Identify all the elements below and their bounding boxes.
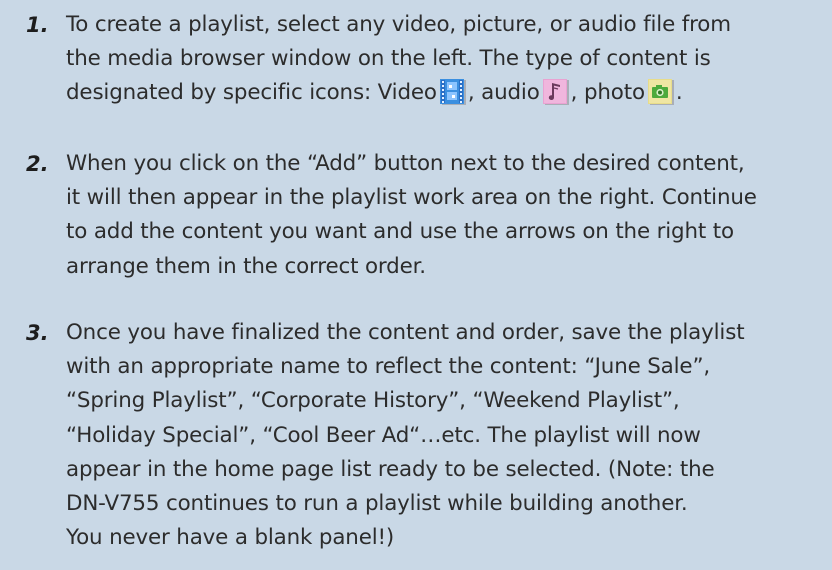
icons-sep-photo: , photo [570,80,645,106]
step-line: You never have a blank panel!) [66,525,395,551]
step-line: arrange them in the correct order. [66,253,426,279]
step-line: to add the content you want and use the … [66,219,734,245]
step-line: with an appropriate name to reflect the … [66,354,711,380]
step-number: 3. [26,321,49,345]
step-text: Once you have finalized the content and … [66,316,828,555]
step-text: To create a playlist, select any video, … [66,8,828,111]
step-text: When you click on the “Add” button next … [66,147,828,284]
step-line: it will then appear in the playlist work… [66,185,757,211]
step-line: When you click on the “Add” button next … [66,151,745,176]
step-line: “Holiday Special”, “Cool Beer Ad“…etc. T… [66,422,701,448]
step-line: “Spring Playlist”, “Corporate History”, … [66,388,680,414]
icons-suffix: . [675,80,683,106]
step-line: appear in the home page list ready to be… [66,456,715,482]
audio-icon [542,79,570,106]
step-line-icons: designated by specific icons: Video , au… [66,76,828,110]
video-icon [439,79,467,106]
step-number: 2. [26,152,49,176]
icons-prefix: designated by specific icons: Video [66,80,437,106]
instruction-steps: 1. To create a playlist, select any vide… [0,0,832,570]
step-line: DN-V755 continues to run a playlist whil… [66,490,688,516]
icons-sep-audio: , audio [467,80,540,106]
photo-icon [647,79,675,106]
step-line: To create a playlist, select any video, … [66,12,731,37]
step-line: the media browser window on the left. Th… [66,46,711,72]
step-number: 1. [26,13,49,37]
step-line: Once you have finalized the content and … [66,320,745,345]
